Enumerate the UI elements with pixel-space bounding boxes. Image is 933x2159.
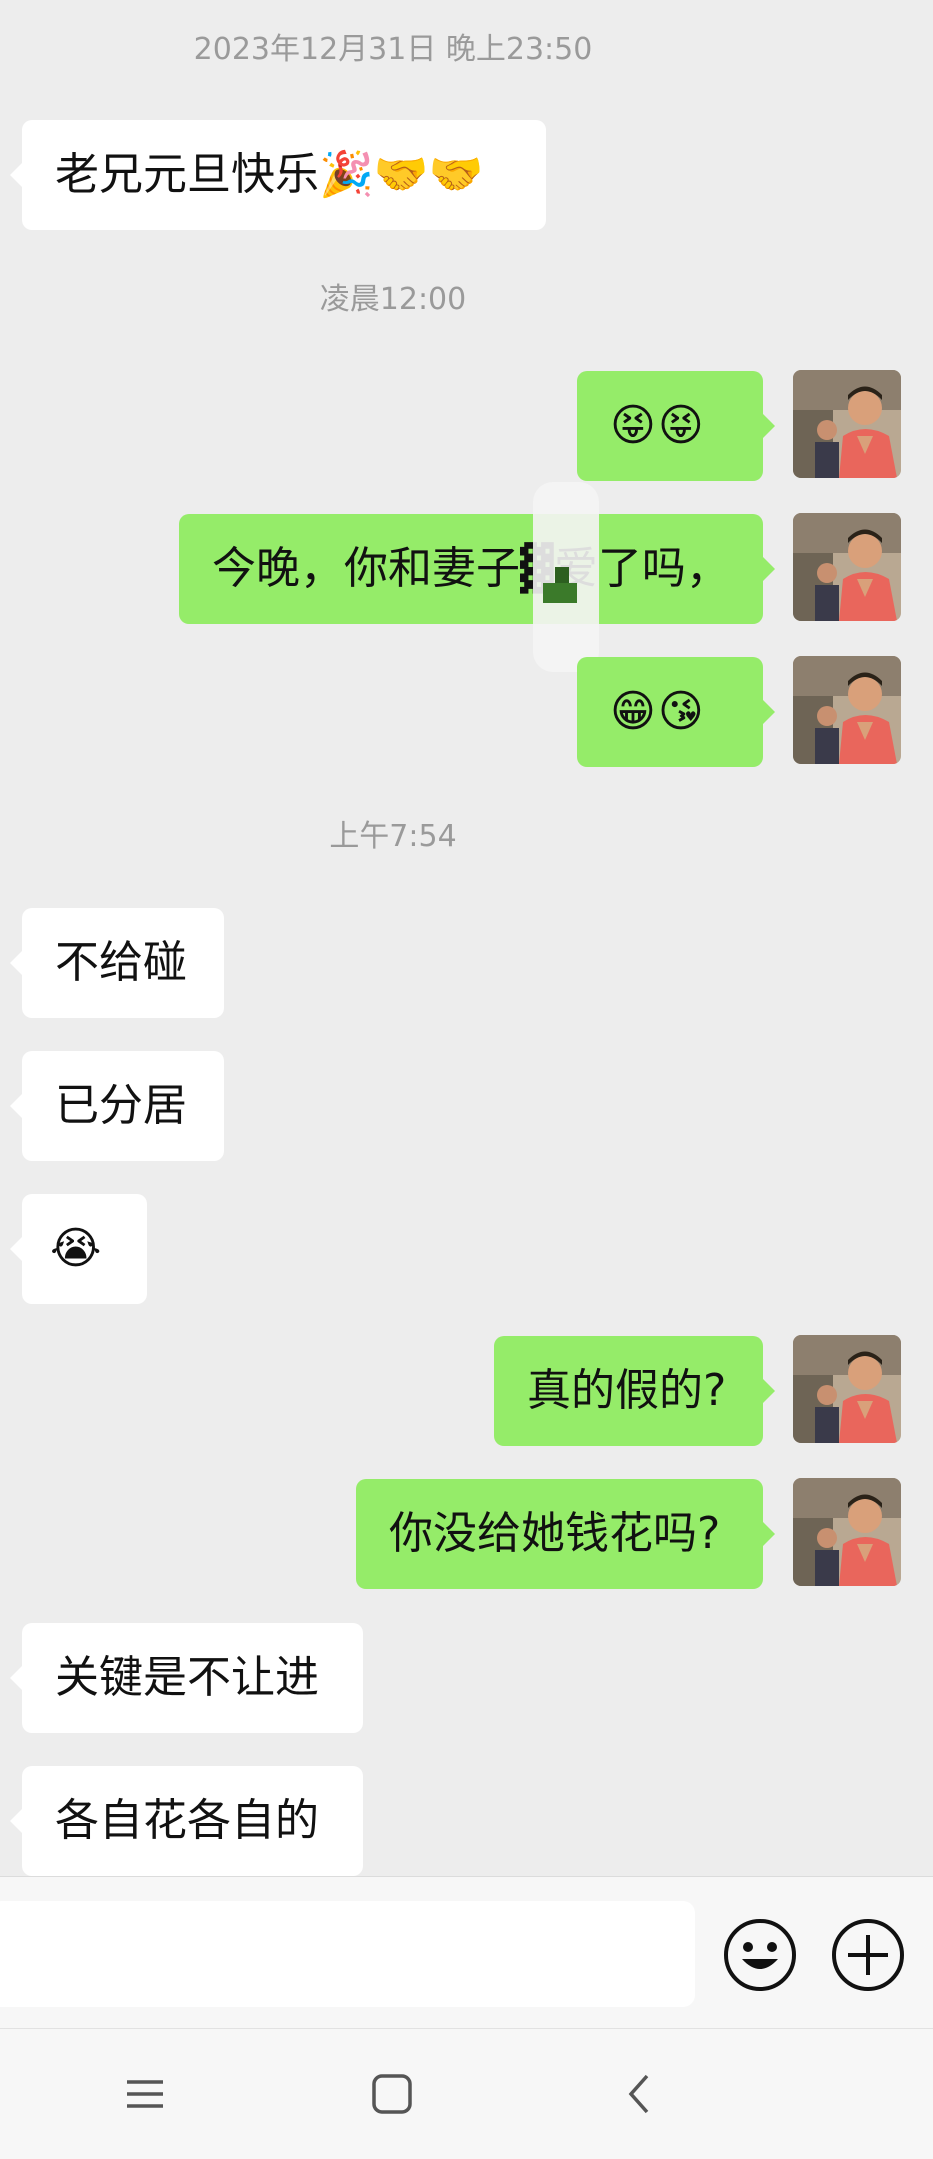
message-text: 😭	[50, 1223, 102, 1274]
avatar-photo	[793, 370, 901, 478]
system-navigation-bar	[0, 2028, 933, 2159]
plus-circle-icon	[832, 1919, 904, 1991]
timestamp: 凌晨12:00	[319, 282, 467, 317]
home-icon	[372, 2074, 412, 2114]
back-button[interactable]	[605, 2059, 675, 2129]
avatar[interactable]	[793, 1478, 901, 1586]
avatar[interactable]	[793, 656, 901, 764]
avatar-photo	[793, 513, 901, 621]
message-incoming[interactable]: 不给碰	[10, 908, 224, 1018]
message-text: 不给碰	[55, 937, 187, 988]
message-text: 关键是不让进	[55, 1652, 319, 1703]
back-icon	[628, 2074, 649, 2114]
message-incoming[interactable]: 老兄元旦快乐🎉🤝🤝	[10, 120, 546, 230]
redaction-mosaic	[555, 567, 569, 583]
message-outgoing[interactable]: 😁😘	[577, 657, 775, 767]
message-incoming[interactable]: 😭	[10, 1194, 147, 1304]
message-text: 😁😘	[610, 686, 706, 737]
emoji-smile-icon	[724, 1919, 796, 1991]
message-outgoing[interactable]: 今晚，你和妻子▓爱了吗，	[179, 514, 775, 624]
message-text: 你没给她钱花吗?	[389, 1508, 721, 1559]
message-outgoing[interactable]: 真的假的?	[494, 1336, 775, 1446]
message-incoming[interactable]: 各自花各自的	[10, 1766, 363, 1876]
avatar[interactable]	[793, 370, 901, 478]
message-text: 😝😝	[610, 400, 706, 451]
message-incoming[interactable]: 已分居	[10, 1051, 224, 1161]
recent-apps-button[interactable]	[110, 2059, 180, 2129]
message-text: 真的假的?	[527, 1365, 727, 1416]
menu-icon	[127, 2080, 163, 2108]
message-outgoing[interactable]: 你没给她钱花吗?	[356, 1479, 775, 1589]
emoji-button[interactable]	[722, 1917, 798, 1993]
message-input[interactable]	[0, 1901, 695, 2007]
timestamp: 2023年12月31日 晚上23:50	[193, 32, 593, 67]
message-text: 各自花各自的	[55, 1795, 319, 1846]
message-list[interactable]: 2023年12月31日 晚上23:50 老兄元旦快乐🎉🤝🤝 凌晨12:00 😝😝	[0, 0, 933, 1876]
message-outgoing[interactable]: 😝😝	[577, 371, 775, 481]
message-text: 老兄元旦快乐🎉🤝🤝	[55, 149, 484, 200]
input-bar	[0, 1876, 933, 2029]
avatar[interactable]	[793, 1335, 901, 1443]
timestamp: 上午7:54	[329, 819, 457, 854]
avatar-photo	[793, 1478, 901, 1586]
message-text: 已分居	[55, 1080, 187, 1131]
home-button[interactable]	[357, 2059, 427, 2129]
avatar-photo	[793, 1335, 901, 1443]
avatar[interactable]	[793, 513, 901, 621]
redaction-mosaic	[543, 583, 577, 603]
message-incoming[interactable]: 关键是不让进	[10, 1623, 363, 1733]
more-button[interactable]	[830, 1917, 906, 1993]
message-text: 今晚，你和妻子▓爱了吗，	[212, 543, 730, 594]
chat-screen: 2023年12月31日 晚上23:50 老兄元旦快乐🎉🤝🤝 凌晨12:00 😝😝	[0, 0, 933, 2159]
avatar-photo	[793, 656, 901, 764]
